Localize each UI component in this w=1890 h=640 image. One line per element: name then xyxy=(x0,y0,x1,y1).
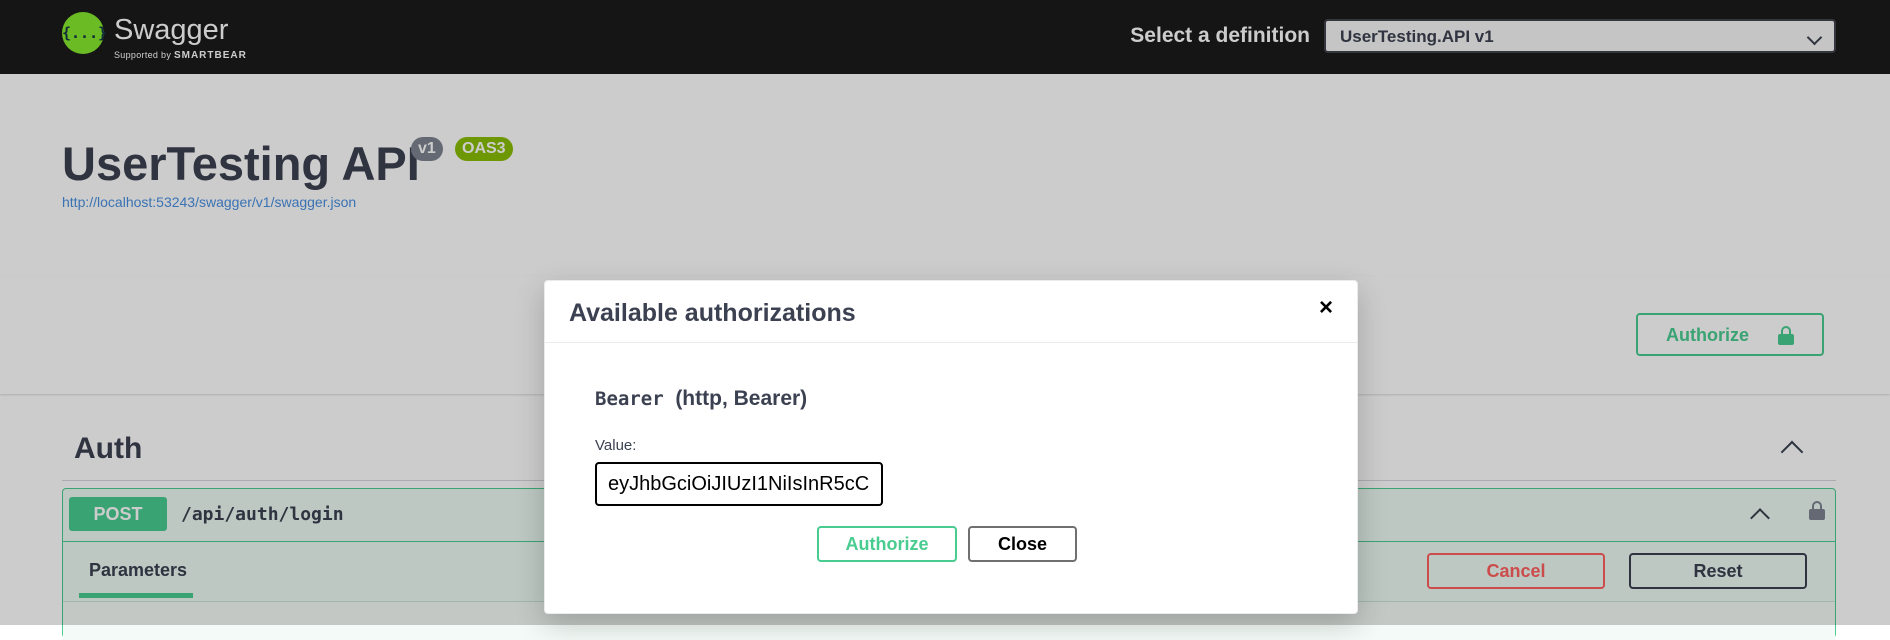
dialog-divider xyxy=(545,342,1357,343)
dialog-title: Available authorizations xyxy=(569,299,856,327)
auth-scheme-name: Bearer (http, Bearer) xyxy=(595,387,808,410)
authorization-dialog: Available authorizations × Bearer (http,… xyxy=(544,280,1358,614)
close-icon[interactable]: × xyxy=(1319,295,1333,321)
bearer-value-input[interactable] xyxy=(595,462,883,506)
dialog-authorize-button[interactable]: Authorize xyxy=(817,526,957,562)
value-label: Value: xyxy=(595,437,637,454)
dialog-close-button[interactable]: Close xyxy=(968,526,1077,562)
